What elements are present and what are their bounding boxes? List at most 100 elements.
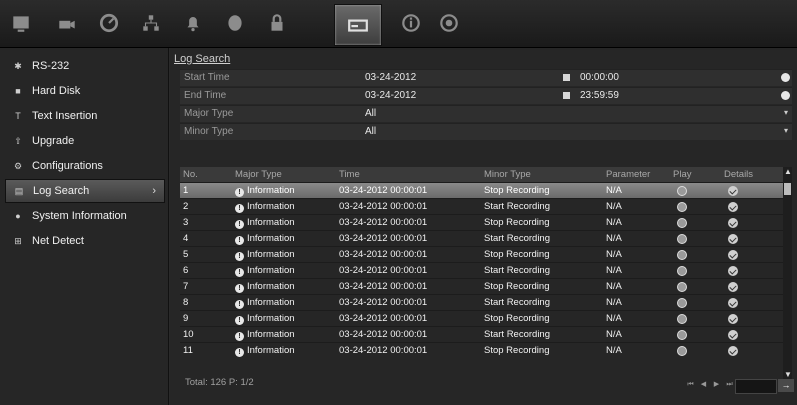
details-icon[interactable] [728, 346, 738, 356]
sidebar-item-upgrade[interactable]: ⇧ Upgrade [5, 130, 163, 152]
monitor-icon[interactable] [8, 10, 34, 36]
sidebar-item-net-detect[interactable]: ⊞ Net Detect [5, 230, 163, 252]
sidebar-item-log-search[interactable]: ▤ Log Search › [5, 179, 165, 203]
chevron-down-icon[interactable]: ▾ [784, 126, 788, 135]
scroll-down-icon[interactable]: ▼ [784, 370, 792, 379]
bell-icon[interactable] [180, 10, 206, 36]
column-header[interactable]: Play [670, 167, 721, 182]
info-icon: ! [235, 348, 244, 357]
sidebar-item-rs232[interactable]: ✱ RS-232 [5, 55, 163, 77]
sidebar-item-system-information[interactable]: ● System Information [5, 205, 163, 227]
gauge-icon[interactable] [96, 10, 122, 36]
sidebar-item-text-insertion[interactable]: T Text Insertion [5, 105, 163, 127]
clock-icon[interactable] [781, 91, 790, 100]
column-header[interactable]: Minor Type [481, 167, 603, 182]
cell-time: 03-24-2012 00:00:01 [339, 185, 428, 196]
play-icon[interactable] [677, 266, 687, 276]
play-icon[interactable] [677, 346, 687, 356]
info-icon: ! [235, 332, 244, 341]
column-header[interactable]: Time [336, 167, 481, 182]
disk-icon[interactable] [222, 10, 248, 36]
clock-icon[interactable] [781, 73, 790, 82]
table-row[interactable]: 8! Information 03-24-2012 00:00:01 Start Re… [180, 294, 783, 310]
details-icon[interactable] [728, 282, 738, 292]
details-icon[interactable] [728, 234, 738, 244]
cell-play [670, 231, 721, 246]
cell-time: 03-24-2012 00:00:01 [339, 281, 428, 292]
major-type-row: Major Type All ▾ [180, 105, 792, 122]
cell-parameter: N/A [606, 249, 622, 260]
table-row[interactable]: 10! Information 03-24-2012 00:00:01 Start R… [180, 326, 783, 342]
start-time-row: Start Time 03-24-2012 00:00:00 [180, 69, 792, 86]
chevron-down-icon[interactable]: ▾ [784, 108, 788, 117]
table-row[interactable]: 5! Information 03-24-2012 00:00:01 Stop Rec… [180, 246, 783, 262]
prev-page-icon[interactable]: ◀ [698, 380, 709, 390]
table-scrollbar[interactable]: ▲ ▼ [783, 167, 792, 379]
play-icon[interactable] [677, 314, 687, 324]
play-icon[interactable] [677, 298, 687, 308]
play-icon[interactable] [677, 186, 687, 196]
column-header[interactable]: Details [721, 167, 783, 182]
cell-major-type: ! Information [232, 231, 336, 246]
play-icon[interactable] [677, 234, 687, 244]
cell-details [721, 327, 783, 342]
sidebar-item-hard-disk[interactable]: ■ Hard Disk [5, 80, 163, 102]
details-icon[interactable] [728, 202, 738, 212]
table-row[interactable]: 9! Information 03-24-2012 00:00:01 Stop Rec… [180, 310, 783, 326]
end-time-field[interactable]: 23:59:59 [580, 90, 619, 101]
details-icon[interactable] [728, 330, 738, 340]
play-icon[interactable] [677, 218, 687, 228]
major-type-select[interactable]: All [365, 108, 376, 119]
table-row[interactable]: 6! Information 03-24-2012 00:00:01 Start Re… [180, 262, 783, 278]
scroll-thumb[interactable] [784, 183, 791, 195]
details-icon[interactable] [728, 266, 738, 276]
device-icon[interactable] [334, 4, 382, 46]
camera-icon[interactable] [54, 10, 80, 36]
cell-major-type: ! Information [232, 311, 336, 326]
details-icon[interactable] [728, 314, 738, 324]
calendar-icon[interactable] [563, 74, 570, 81]
cell-major-type: ! Information [232, 327, 336, 342]
play-icon[interactable] [677, 250, 687, 260]
lock-icon[interactable] [264, 10, 290, 36]
details-icon[interactable] [728, 298, 738, 308]
info-icon[interactable] [398, 10, 424, 36]
cell-time: 03-24-2012 00:00:01 [339, 201, 428, 212]
column-header[interactable]: Major Type [232, 167, 336, 182]
power-icon[interactable] [436, 10, 462, 36]
details-icon[interactable] [728, 218, 738, 228]
column-header[interactable]: Parameter [603, 167, 670, 182]
start-date-field[interactable]: 03-24-2012 [365, 72, 416, 83]
start-time-field[interactable]: 00:00:00 [580, 72, 619, 83]
column-header[interactable]: No. [180, 167, 232, 182]
table-row[interactable]: 1! Information 03-24-2012 00:00:01 Stop Rec… [180, 182, 783, 198]
go-button[interactable]: → [778, 379, 794, 392]
table-row[interactable]: 7! Information 03-24-2012 00:00:01 Stop Rec… [180, 278, 783, 294]
next-page-icon[interactable]: ▶ [711, 380, 722, 390]
minor-type-select[interactable]: All [365, 126, 376, 137]
last-page-icon[interactable]: ⏭ [724, 380, 735, 390]
details-icon[interactable] [728, 250, 738, 260]
cell-major-text: Information [247, 265, 295, 276]
cell-major-type: ! Information [232, 183, 336, 198]
table-row[interactable]: 11! Information 03-24-2012 00:00:01 Stop Re… [180, 342, 783, 358]
page-number-input[interactable] [735, 379, 777, 394]
table-row[interactable]: 2! Information 03-24-2012 00:00:01 Start Re… [180, 198, 783, 214]
details-icon[interactable] [728, 186, 738, 196]
scroll-up-icon[interactable]: ▲ [784, 167, 792, 176]
network-icon[interactable] [138, 10, 164, 36]
first-page-icon[interactable]: ⏮ [685, 380, 696, 390]
sysinfo-icon: ● [15, 211, 21, 221]
cell-major-text: Information [247, 185, 295, 196]
play-icon[interactable] [677, 202, 687, 212]
sidebar-item-configurations[interactable]: ⚙ Configurations [5, 155, 163, 177]
play-icon[interactable] [677, 330, 687, 340]
table-row[interactable]: 4! Information 03-24-2012 00:00:01 Start Re… [180, 230, 783, 246]
cell-minor-type: Stop Recording [484, 313, 550, 324]
table-row[interactable]: 3! Information 03-24-2012 00:00:01 Stop Rec… [180, 214, 783, 230]
end-date-field[interactable]: 03-24-2012 [365, 90, 416, 101]
cell-major-text: Information [247, 249, 295, 260]
calendar-icon[interactable] [563, 92, 570, 99]
cell-major-type: ! Information [232, 199, 336, 214]
play-icon[interactable] [677, 282, 687, 292]
